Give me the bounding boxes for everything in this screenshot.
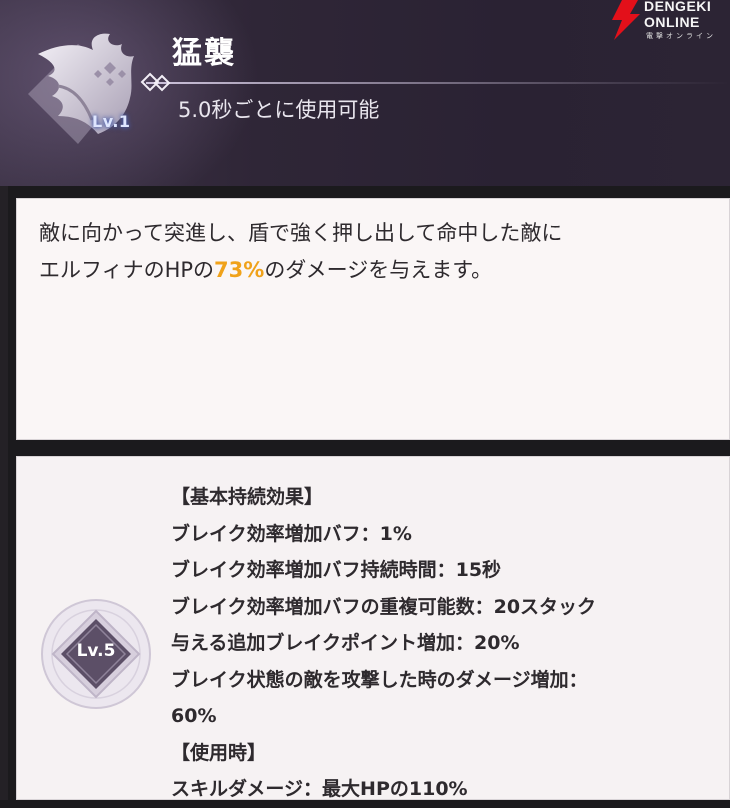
hp-ratio-value: 73% [214, 258, 265, 282]
level-effect-line: ブレイク効率増加バフの重複可能数：20スタック [171, 595, 597, 618]
level-effect-line: ブレイク効率増加バフ：1% [171, 522, 412, 545]
level-effect-list: 【基本持続効果】 ブレイク効率増加バフ：1% ブレイク効率増加バフ持続時間：15… [171, 479, 725, 808]
level-effect-line: 【使用時】 [171, 741, 267, 764]
lightning-bolt-icon [612, 0, 640, 40]
level-effect-line: スキルダメージ：最大HPの110% [171, 778, 468, 800]
level-effect-line: 【基本持続効果】 [171, 486, 324, 508]
level-effect-line: ブレイク効率増加バフ持続時間：15秒 [171, 559, 502, 581]
level-effect-line: 60% [171, 705, 217, 727]
watermark-line1: DENGEKI [644, 0, 712, 14]
level-effect-line: ブレイク状態の敵を攻撃した時のダメージ増加： [171, 668, 588, 691]
description-line-2-before: エルフィナのHPの [39, 258, 215, 282]
skill-description: 敵に向かって突進し、盾で強く押し出して命中した敵に エルフィナのHPの73%のダ… [39, 215, 719, 289]
header-divider [146, 82, 730, 84]
description-line-2-after: のダメージを与えます。 [264, 258, 493, 282]
skill-name: 猛襲 [172, 36, 236, 71]
description-line-1: 敵に向かって突進し、盾で強く押し出して命中した敵に [39, 221, 563, 245]
watermark-logo: DENGEKI ONLINE 電撃オンライン [608, 0, 730, 40]
description-line-2: エルフィナのHPの73%のダメージを与えます。 [39, 252, 719, 289]
skill-header: Lv.1 猛襲 5.0秒ごとに使用可能 DENGEKI ONLINE 電撃オンラ… [0, 0, 730, 186]
shield-rush-icon [28, 33, 134, 144]
watermark-sub: 電撃オンライン [646, 32, 716, 40]
diamond-ornament-icon [140, 72, 171, 92]
cooldown-text: 5.0秒ごとに使用可能 [178, 98, 380, 122]
skill-level-badge: Lv.1 [92, 112, 131, 131]
level-effect-card: Lv.5 【基本持続効果】 ブレイク効率増加バフ：1% ブレイク効率増加バフ持続… [16, 456, 730, 800]
level-badge-label: Lv.5 [76, 641, 116, 661]
skill-description-card: 敵に向かって突進し、盾で強く押し出して命中した敵に エルフィナのHPの73%のダ… [16, 198, 730, 440]
level-effect-line: 与える追加ブレイクポイント増加：20% [171, 632, 520, 654]
watermark-line2: ONLINE [644, 14, 700, 30]
